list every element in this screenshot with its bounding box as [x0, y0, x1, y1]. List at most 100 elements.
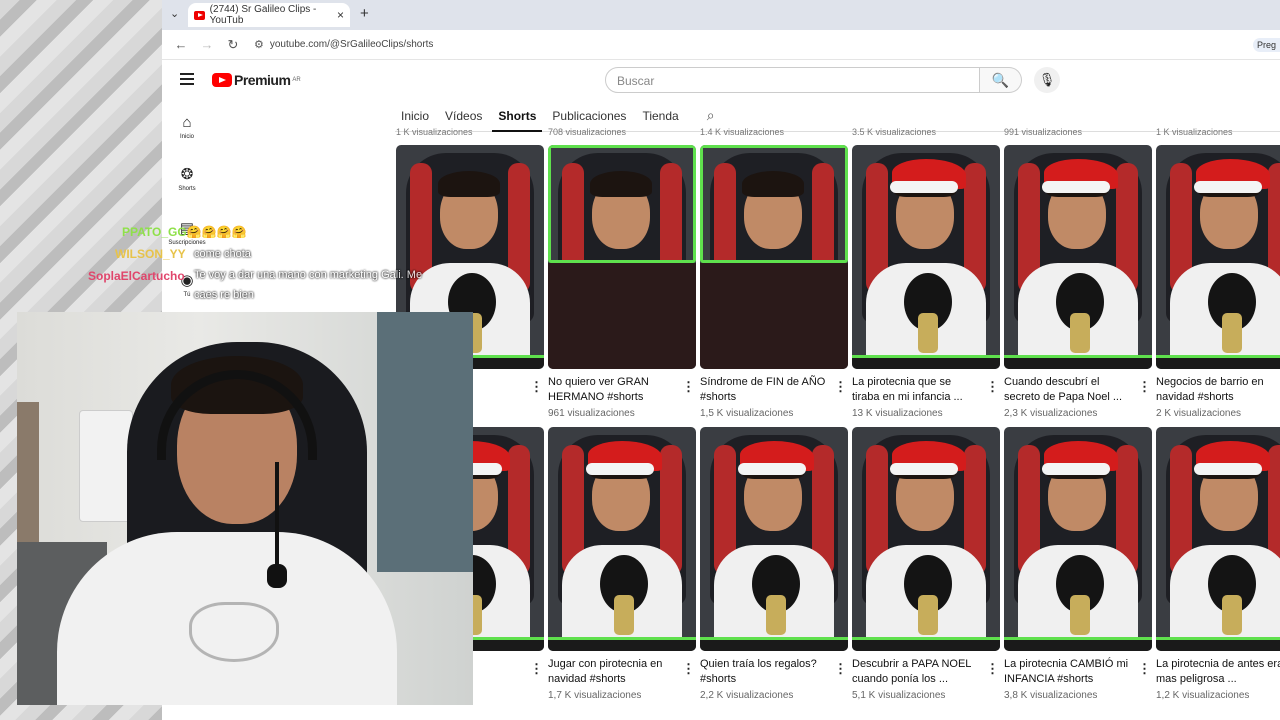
short-thumbnail[interactable] [1156, 427, 1280, 651]
home-icon: ⌂ [182, 114, 192, 131]
short-thumbnail[interactable] [1004, 427, 1152, 651]
more-options-icon[interactable]: ⋮ [834, 379, 847, 395]
short-title[interactable]: Descubrir a PAPA NOEL cuando ponía los .… [852, 657, 980, 687]
short-thumbnail[interactable] [852, 145, 1000, 369]
streamer-webcam-overlay [17, 312, 473, 705]
tab-list-dropdown[interactable]: ⌄ [170, 7, 179, 20]
youtube-play-icon [212, 73, 232, 87]
short-thumbnail[interactable] [1004, 145, 1152, 369]
short-views: 3,8 K visualizaciones [1004, 690, 1098, 701]
more-options-icon[interactable]: ⋮ [834, 661, 847, 677]
region-code: AR [292, 77, 301, 83]
account-icon: ◉ [180, 272, 194, 289]
more-options-icon[interactable]: ⋮ [682, 379, 695, 395]
webcam-lavalier-mic [267, 564, 287, 588]
thumb-microphone [1070, 313, 1090, 353]
more-options-icon[interactable]: ⋮ [682, 661, 695, 677]
nav-label: Inicio [179, 134, 194, 140]
tab-title: (2744) Sr Galileo Clips - YouTub [209, 4, 317, 26]
search-icon: 🔍 [991, 72, 1010, 88]
search-input[interactable]: Buscar [605, 67, 980, 93]
short-views-previous-row: 1,4 K visualizaciones [700, 127, 785, 135]
tab-tienda[interactable]: Tienda [636, 102, 684, 132]
short-views-previous-row: 1 K visualizaciones [396, 127, 473, 135]
reload-icon[interactable]: ↻ [226, 37, 240, 53]
short-views: 961 visualizaciones [548, 408, 635, 419]
more-options-icon[interactable]: ⋮ [986, 379, 999, 395]
thumb-microphone [614, 595, 634, 635]
new-tab-button[interactable]: + [360, 5, 369, 22]
thumb-microphone [918, 313, 938, 353]
back-icon[interactable]: ← [174, 37, 188, 52]
short-thumbnail[interactable] [1156, 145, 1280, 369]
short-title[interactable]: La pirotecnia que se tiraba en mi infanc… [852, 375, 980, 405]
nav-item-inicio[interactable]: ⌂ Inicio [167, 114, 207, 140]
thumb-stream-bar [1156, 637, 1280, 651]
forward-icon[interactable]: → [200, 37, 214, 52]
thumb-stream-bar [852, 355, 1000, 369]
tab-bar: ⌄ (2744) Sr Galileo Clips - YouTub × + [162, 0, 1280, 30]
url-field[interactable]: ⚙ youtube.com/@SrGalileoClips/shorts [254, 38, 433, 51]
short-title[interactable]: La pirotecnia de antes era mas peligrosa… [1156, 657, 1280, 687]
webcam-air-conditioner [79, 410, 133, 522]
side-panel-chip[interactable]: Preg [1252, 38, 1280, 52]
short-views: 13 K visualizaciones [852, 408, 943, 419]
site-info-icon[interactable]: ⚙ [254, 38, 264, 51]
url-text: youtube.com/@SrGalileoClips/shorts [269, 39, 434, 50]
menu-icon[interactable] [180, 73, 194, 85]
thumb-stream-bar [548, 637, 696, 651]
brand-name: Premium [234, 72, 291, 88]
thumb-stream-bar [1156, 355, 1280, 369]
thumb-microphone [918, 595, 938, 635]
webcam-mic-cable [275, 462, 279, 574]
more-options-icon[interactable]: ⋮ [530, 661, 543, 677]
voice-search-button[interactable]: 🎙 [1034, 67, 1060, 93]
thumb-microphone [1070, 595, 1090, 635]
subscriptions-icon: ▤ [179, 220, 195, 237]
short-title[interactable]: La pirotecnia CAMBIÓ mi INFANCIA #shorts [1004, 657, 1132, 687]
nav-item-subscriptions[interactable]: ▤ Suscripciones [167, 220, 207, 246]
thumb-hair [438, 171, 500, 197]
nav-item-shorts[interactable]: ❂ Shorts [167, 166, 207, 192]
short-views: 2,2 K visualizaciones [700, 690, 794, 701]
short-views: 2 K visualizaciones [1156, 408, 1242, 419]
more-options-icon[interactable]: ⋮ [530, 379, 543, 395]
more-options-icon[interactable]: ⋮ [1138, 379, 1151, 395]
short-thumbnail[interactable] [548, 145, 696, 369]
more-options-icon[interactable]: ⋮ [986, 661, 999, 677]
nav-label: Suscripciones [168, 240, 206, 246]
short-views: 1,2 K visualizaciones [1156, 690, 1250, 701]
channel-tabs: Inicio Vídeos Shorts Publicaciones Tiend… [395, 102, 1280, 132]
short-title[interactable]: Cuando descubrí el secreto de Papa Noel … [1004, 375, 1132, 405]
thumb-green-frame [548, 145, 696, 263]
browser-tab[interactable]: (2744) Sr Galileo Clips - YouTub × [188, 3, 350, 27]
short-thumbnail[interactable] [700, 145, 848, 369]
santa-hat-brim [890, 463, 958, 475]
webcam-shelf [17, 402, 39, 552]
santa-hat-brim [738, 463, 806, 475]
thumb-microphone [766, 595, 786, 635]
thumb-stream-bar [852, 637, 1000, 651]
short-views: 1,5 K visualizaciones [700, 408, 794, 419]
short-thumbnail[interactable] [548, 427, 696, 651]
youtube-logo[interactable]: Premium AR [212, 72, 301, 88]
nav-label: Shorts [178, 186, 196, 192]
short-thumbnail[interactable] [700, 427, 848, 651]
nav-item-you[interactable]: ◉ Tú [167, 272, 207, 298]
thumb-microphone [1222, 313, 1242, 353]
short-title[interactable]: Negocios de barrio en navidad #shorts [1156, 375, 1280, 405]
tab-shorts[interactable]: Shorts [492, 102, 543, 132]
short-title[interactable]: Síndrome de FIN de AÑO #shorts [700, 375, 828, 405]
short-views-previous-row: 3,5 K visualizaciones [852, 127, 937, 135]
more-options-icon[interactable]: ⋮ [1138, 661, 1151, 677]
short-title[interactable]: Jugar con pirotecnia en navidad #shorts [548, 657, 676, 687]
short-views-previous-row: 708 visualizaciones [548, 127, 627, 135]
santa-hat-brim [1194, 181, 1262, 193]
tab-close-icon[interactable]: × [337, 8, 344, 22]
search-button[interactable]: 🔍 [980, 67, 1022, 93]
short-title[interactable]: Quien traía los regalos? #shorts [700, 657, 828, 687]
shorts-icon: ❂ [180, 166, 194, 183]
left-nav: ⌂ Inicio ❂ Shorts ▤ Suscripciones ◉ Tú [162, 102, 212, 322]
short-title[interactable]: No quiero ver GRAN HERMANO #shorts [548, 375, 676, 405]
short-thumbnail[interactable] [852, 427, 1000, 651]
